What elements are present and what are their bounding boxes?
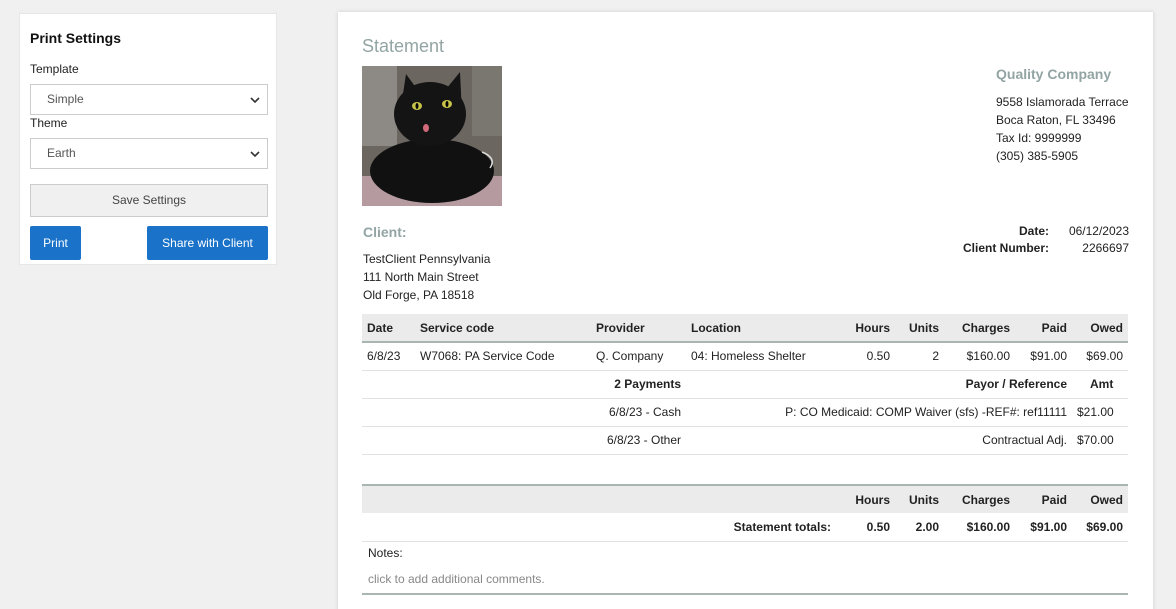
row-service-code: W7068: PA Service Code	[415, 342, 591, 371]
col-provider: Provider	[591, 314, 686, 343]
col-owed: Owed	[1072, 314, 1128, 343]
client-number-label: Client Number:	[962, 241, 1049, 255]
row-units: 2	[895, 342, 944, 371]
totals-col-hours: Hours	[836, 484, 895, 513]
row-provider: Q. Company	[591, 342, 686, 371]
statement-totals-label: Statement totals:	[362, 513, 836, 542]
payment-amt: $21.00	[1072, 398, 1128, 427]
company-phone: (305) 385-5905	[996, 149, 1079, 163]
total-paid: $91.00	[1015, 513, 1072, 542]
share-with-client-button[interactable]: Share with Client	[147, 226, 268, 260]
client-name: TestClient Pennsylvania	[363, 252, 491, 266]
row-hours: 0.50	[836, 342, 895, 371]
company-tax-id: Tax Id: 9999999	[996, 131, 1082, 145]
row-owed: $69.00	[1072, 342, 1128, 371]
chevron-down-icon	[250, 97, 260, 104]
payment-amt: $70.00	[1072, 426, 1128, 455]
company-name: Quality Company	[996, 66, 1112, 82]
theme-select-value: Earth	[47, 146, 76, 160]
client-address-line2: Old Forge, PA 18518	[363, 288, 475, 302]
date-value: 06/12/2023	[1068, 224, 1129, 238]
payments-header-row: 2 Payments Payor / Reference Amt	[362, 370, 1128, 399]
company-logo-image	[362, 66, 502, 206]
totals-col-charges: Charges	[944, 484, 1015, 513]
col-paid: Paid	[1015, 314, 1072, 343]
col-hours: Hours	[836, 314, 895, 343]
totals-header-row: Hours Units Charges Paid Owed	[362, 484, 1128, 513]
payor-reference-header: Payor / Reference	[686, 370, 1072, 399]
totals-col-owed: Owed	[1072, 484, 1128, 513]
notes-input[interactable]: click to add additional comments.	[368, 572, 545, 586]
total-units: 2.00	[895, 513, 944, 542]
company-address-line1: 9558 Islamorada Terrace	[996, 95, 1129, 109]
company-address-line2: Boca Raton, FL 33496	[996, 113, 1116, 127]
print-settings-panel: Print Settings Template Simple Theme Ear…	[19, 13, 277, 265]
col-location: Location	[686, 314, 836, 343]
row-charges: $160.00	[944, 342, 1015, 371]
payment-payor: P: CO Medicaid: COMP Waiver (sfs) -REF#:…	[686, 398, 1072, 427]
cat-photo	[362, 66, 502, 206]
statement-meta-labels: Date: Client Number:	[963, 223, 1049, 257]
notes-divider	[362, 593, 1128, 595]
row-paid: $91.00	[1015, 342, 1072, 371]
table-row: 6/8/23 W7068: PA Service Code Q. Company…	[362, 342, 1128, 371]
table-header-row: Date Service code Provider Location Hour…	[362, 314, 1128, 343]
col-units: Units	[895, 314, 944, 343]
payment-row: 6/8/23 - Other Contractual Adj. $70.00	[362, 426, 1128, 455]
client-address: TestClient Pennsylvania 111 North Main S…	[363, 250, 490, 304]
payment-label: 6/8/23 - Cash	[415, 398, 686, 427]
notes-label: Notes:	[368, 546, 403, 560]
totals-col-paid: Paid	[1015, 484, 1072, 513]
amt-header: Amt	[1072, 370, 1128, 399]
row-location: 04: Homeless Shelter	[686, 342, 836, 371]
total-owed: $69.00	[1072, 513, 1128, 542]
save-settings-button[interactable]: Save Settings	[30, 184, 268, 217]
totals-col-units: Units	[895, 484, 944, 513]
total-charges: $160.00	[944, 513, 1015, 542]
total-hours: 0.50	[836, 513, 895, 542]
payment-payor: Contractual Adj.	[686, 426, 1072, 455]
chevron-down-icon	[250, 151, 260, 158]
service-table: Date Service code Provider Location Hour…	[362, 314, 1128, 455]
template-label: Template	[30, 62, 79, 76]
date-label: Date:	[1018, 224, 1049, 238]
panel-title: Print Settings	[30, 30, 122, 46]
col-charges: Charges	[944, 314, 1015, 343]
totals-row: Statement totals: 0.50 2.00 $160.00 $91.…	[362, 513, 1128, 542]
statement-title: Statement	[362, 36, 445, 56]
payment-label: 6/8/23 - Other	[415, 426, 686, 455]
statement-page: Statement Quality Company 9558 Islamorad…	[338, 12, 1153, 609]
col-date: Date	[362, 314, 415, 343]
client-number-value: 2266697	[1082, 241, 1129, 255]
template-select-value: Simple	[47, 92, 84, 106]
col-service-code: Service code	[415, 314, 591, 343]
template-select[interactable]: Simple	[30, 84, 268, 115]
statement-meta-values: 06/12/2023 2266697	[1069, 223, 1129, 257]
client-heading: Client:	[363, 224, 407, 240]
totals-table: Hours Units Charges Paid Owed Statement …	[362, 484, 1128, 542]
row-date: 6/8/23	[362, 342, 415, 371]
theme-select[interactable]: Earth	[30, 138, 268, 169]
company-address: 9558 Islamorada Terrace Boca Raton, FL 3…	[996, 93, 1129, 165]
theme-label: Theme	[30, 116, 68, 130]
print-button[interactable]: Print	[30, 226, 81, 260]
payment-row: 6/8/23 - Cash P: CO Medicaid: COMP Waive…	[362, 398, 1128, 427]
client-address-line1: 111 North Main Street	[363, 270, 479, 284]
payments-count: 2 Payments	[415, 370, 686, 399]
